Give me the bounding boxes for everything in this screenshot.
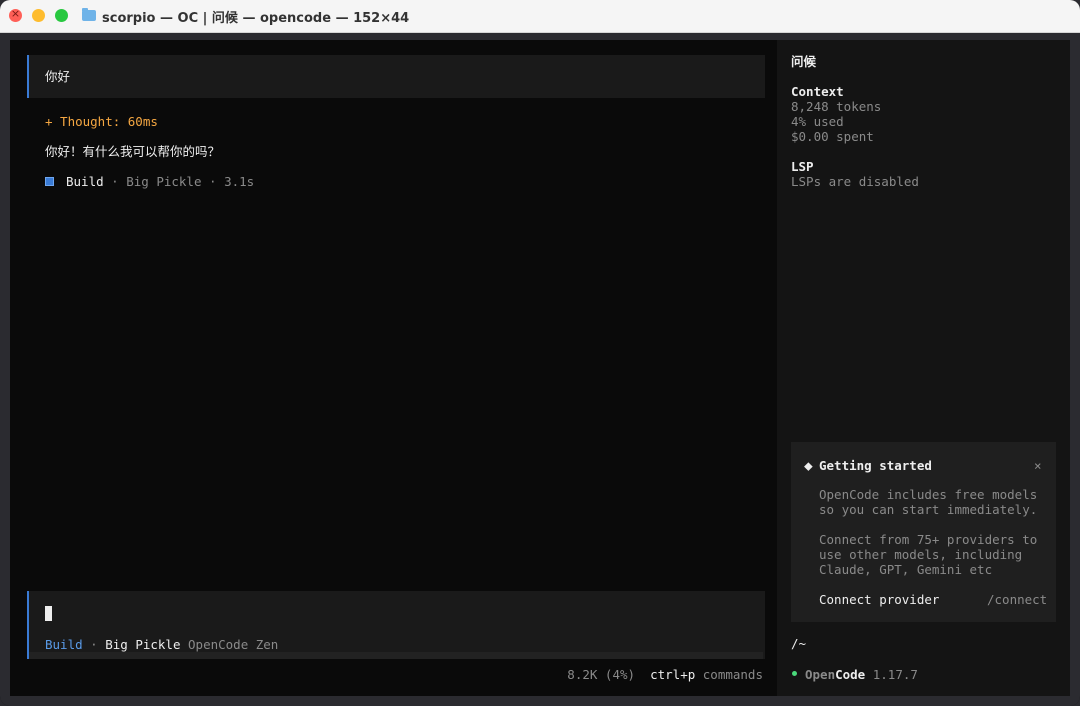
input-meta: Build · Big Pickle OpenCode Zen — [45, 637, 278, 652]
input-separator: · — [82, 637, 106, 652]
connect-provider-button[interactable]: Connect provider — [819, 592, 939, 607]
input-bottom-border — [29, 652, 763, 659]
getting-started-text: so you can start immediately. — [819, 502, 1038, 517]
status-bar: 8.2K (4%) ctrl+p commands — [567, 667, 763, 682]
folder-icon — [82, 8, 96, 21]
context-heading: Context — [791, 84, 844, 99]
meta-separator: · — [201, 174, 225, 189]
meta-separator: · — [103, 174, 127, 189]
user-message-text: 你好 — [45, 69, 71, 84]
title-bar: scorpio — OC | 问候 — opencode — 152×44 — [0, 0, 1080, 33]
thought-toggle[interactable]: + Thought: 60ms — [45, 114, 158, 129]
lsp-status: LSPs are disabled — [791, 174, 919, 189]
context-tokens: 8,248 tokens — [791, 99, 882, 114]
app-version: OpenCode 1.17.7 — [805, 667, 918, 682]
working-directory: /~ — [791, 636, 807, 651]
getting-started-title: Getting started — [819, 458, 932, 473]
lsp-heading: LSP — [791, 159, 814, 174]
meta-duration: 3.1s — [224, 174, 255, 189]
window-title: scorpio — OC | 问候 — opencode — 152×44 — [102, 11, 410, 26]
input-agent[interactable]: Build — [45, 637, 83, 652]
text-cursor — [45, 606, 52, 621]
getting-started-text: use other models, including — [819, 547, 1023, 562]
status-dot-icon — [792, 671, 797, 676]
token-usage: 8.2K (4%) — [567, 667, 636, 682]
input-provider: OpenCode Zen — [188, 637, 279, 652]
connect-command: /connect — [987, 592, 1048, 607]
app-name-code: Code — [835, 667, 866, 682]
diamond-icon: ⬥ — [804, 458, 813, 473]
getting-started-text: Connect from 75+ providers to — [819, 532, 1038, 547]
shortcut-key: ctrl+p — [650, 667, 696, 682]
close-icon[interactable]: × — [1034, 458, 1042, 473]
close-window-button[interactable] — [9, 7, 22, 22]
session-title: 问候 — [791, 54, 817, 69]
message-meta: Build · Big Pickle · 3.1s — [66, 174, 254, 189]
minimize-window-button[interactable] — [32, 9, 45, 22]
shortcut-label: commands — [702, 667, 763, 682]
meta-model: Big Pickle — [126, 174, 202, 189]
agent-square-icon — [45, 177, 54, 186]
meta-agent: Build — [66, 174, 104, 189]
version-number: 1.17.7 — [872, 667, 918, 682]
getting-started-text: OpenCode includes free models — [819, 487, 1038, 502]
maximize-window-button[interactable] — [55, 9, 68, 22]
context-cost: $0.00 spent — [791, 129, 874, 144]
getting-started-text: Claude, GPT, Gemini etc — [819, 562, 993, 577]
assistant-reply: 你好！有什么我可以帮你的吗？ — [45, 144, 221, 159]
app-name-open: Open — [805, 667, 836, 682]
user-message — [27, 55, 765, 98]
input-model[interactable]: Big Pickle — [105, 637, 180, 652]
context-percent: 4% used — [791, 114, 844, 129]
